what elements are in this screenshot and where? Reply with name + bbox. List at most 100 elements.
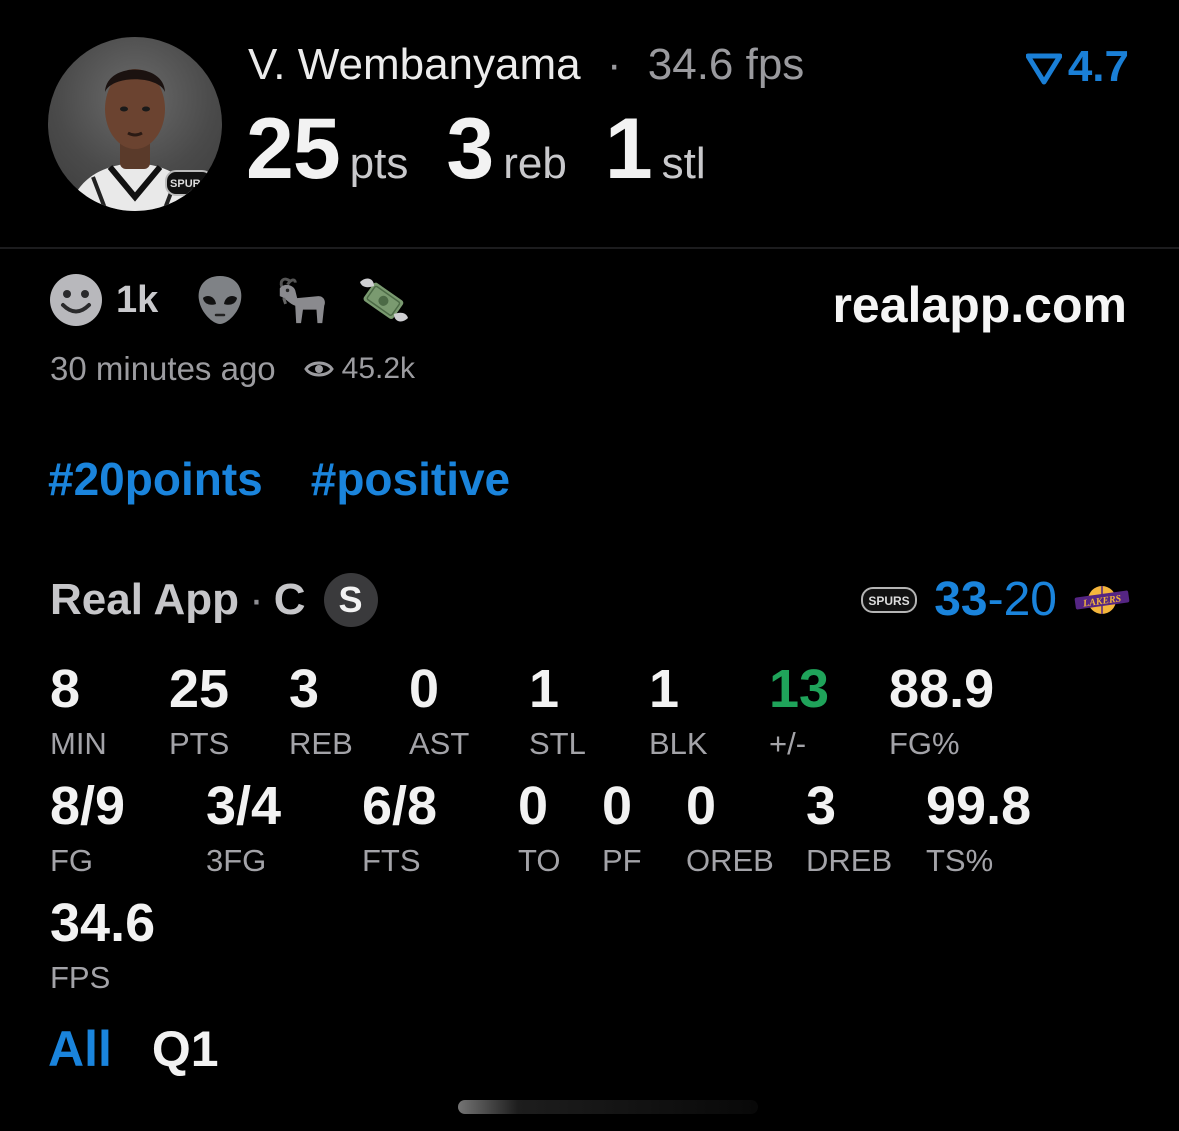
goat-icon[interactable] (274, 272, 330, 328)
stat-label: AST (409, 726, 470, 761)
game-score[interactable]: SPURS 33 - 20 LAKERS (860, 572, 1131, 627)
stat-value: 6/8 (362, 776, 438, 836)
stl-unit: stl (661, 139, 706, 188)
stat-fg: 8/9 FG (50, 779, 125, 876)
stat-value: 99.8 (926, 776, 1032, 836)
stat-fts: 6/8 FTS (362, 779, 437, 876)
stat-label: FG (50, 843, 94, 878)
lakers-logo-icon: LAKERS (1073, 583, 1131, 617)
stat-value: 8 (50, 659, 81, 719)
hashtag[interactable]: #positive (311, 452, 510, 506)
stat-blk: 1 BLK (649, 662, 708, 759)
stat-label: FG% (889, 726, 960, 761)
pts-unit: pts (349, 139, 409, 188)
stat-value: 0 (518, 776, 549, 836)
stat-label: TS% (926, 843, 994, 878)
stat-reb: 3 REB (289, 662, 353, 759)
stat-label: 3FG (206, 843, 267, 878)
stat-oreb: 0 OREB (686, 779, 774, 876)
view-count: 45.2k (303, 352, 416, 386)
home-indicator[interactable] (458, 1100, 758, 1114)
eye-icon (303, 361, 334, 377)
svg-text:SPURS: SPURS (170, 178, 208, 190)
spurs-logo-icon: SPURS (860, 585, 918, 615)
player-fps: 34.6 fps (647, 40, 805, 89)
stat-pf: 0 PF (602, 779, 642, 876)
stat-label: STL (529, 726, 586, 761)
stat-plus-minus: 13 +/- (769, 662, 829, 759)
stat-value: 3 (289, 659, 320, 719)
stat-label: +/- (769, 726, 807, 761)
player-headshot-icon: SPURS (68, 69, 213, 211)
stat-fps: 34.6 FPS (50, 896, 155, 993)
stat-value: 25 (169, 659, 230, 719)
stat-value: 1 (529, 659, 560, 719)
stat-label: OREB (686, 843, 774, 878)
reb-unit: reb (503, 139, 567, 188)
stat-stl: 1 STL (529, 662, 586, 759)
source-name: Real App (50, 575, 240, 624)
score-opp: 20 (1003, 573, 1057, 626)
stat-value: 88.9 (889, 659, 995, 719)
reb-value: 3 (446, 101, 494, 197)
money-wings-icon[interactable] (356, 272, 412, 328)
pts-value: 25 (246, 101, 341, 197)
hashtag[interactable]: #20points (48, 452, 263, 506)
stat-value: 34.6 (50, 893, 156, 953)
stat-value: 3 (806, 776, 837, 836)
stl-value: 1 (604, 101, 653, 197)
stat-label: MIN (50, 726, 107, 761)
reaction-count: 1k (116, 278, 159, 321)
headline-statline: 25 pts 3 reb 1 stl (246, 100, 744, 199)
stat-label: FTS (362, 843, 421, 878)
time-ago: 30 minutes ago (50, 350, 276, 387)
stat-label: PF (602, 843, 642, 878)
svg-text:SPURS: SPURS (869, 594, 910, 608)
stat-3fg: 3/4 3FG (206, 779, 281, 876)
stat-value: 3/4 (206, 776, 282, 836)
stat-label: FPS (50, 960, 111, 995)
stat-ts-pct: 99.8 TS% (926, 779, 1031, 876)
alien-icon[interactable] (192, 272, 248, 328)
period-tabs: All Q1 (48, 1020, 219, 1078)
separator: · (606, 40, 622, 89)
stat-to: 0 TO (518, 779, 561, 876)
tab-all[interactable]: All (48, 1020, 112, 1078)
stat-fg-pct: 88.9 FG% (889, 662, 994, 759)
filter-arrow-icon (1025, 53, 1062, 85)
stat-value: 0 (602, 776, 633, 836)
site-url[interactable]: realapp.com (832, 276, 1127, 334)
post-meta: 30 minutes ago 45.2k (50, 350, 415, 388)
stat-dreb: 3 DREB (806, 779, 892, 876)
stat-ast: 0 AST (409, 662, 469, 759)
boost-value: 4.7 (1067, 42, 1129, 91)
hashtag-list: #20points #positive (48, 452, 510, 506)
team-letter-badge: S (323, 573, 378, 627)
stat-label: BLK (649, 726, 708, 761)
stat-value: 0 (409, 659, 440, 719)
stat-pts: 25 PTS (169, 662, 229, 759)
stat-label: PTS (169, 726, 230, 761)
stat-value: 13 (769, 659, 830, 719)
stat-value: 1 (649, 659, 680, 719)
stat-value: 0 (686, 776, 717, 836)
player-position: C (273, 575, 306, 624)
view-count-value: 45.2k (341, 352, 416, 385)
reactions-bar: 1k (48, 272, 412, 328)
boost-indicator[interactable]: 4.7 (1025, 42, 1129, 92)
score-dash: - (987, 573, 1004, 626)
player-header: SPURS V. Wembanyama · 34.6 fps 4.7 25 pt… (0, 0, 1179, 249)
stat-value: 8/9 (50, 776, 126, 836)
player-name[interactable]: V. Wembanyama (248, 40, 581, 89)
stat-label: TO (518, 843, 561, 878)
smiley-face-icon[interactable] (48, 272, 104, 328)
stat-label: REB (289, 726, 353, 761)
source-header: Real App · C S (50, 573, 378, 627)
stat-min: 8 MIN (50, 662, 107, 759)
score-own: 33 (934, 573, 988, 626)
tab-q1[interactable]: Q1 (152, 1020, 219, 1078)
separator: · (249, 575, 264, 624)
player-name-line[interactable]: V. Wembanyama · 34.6 fps (248, 40, 804, 90)
stat-label: DREB (806, 843, 893, 878)
player-avatar[interactable]: SPURS (48, 37, 222, 211)
